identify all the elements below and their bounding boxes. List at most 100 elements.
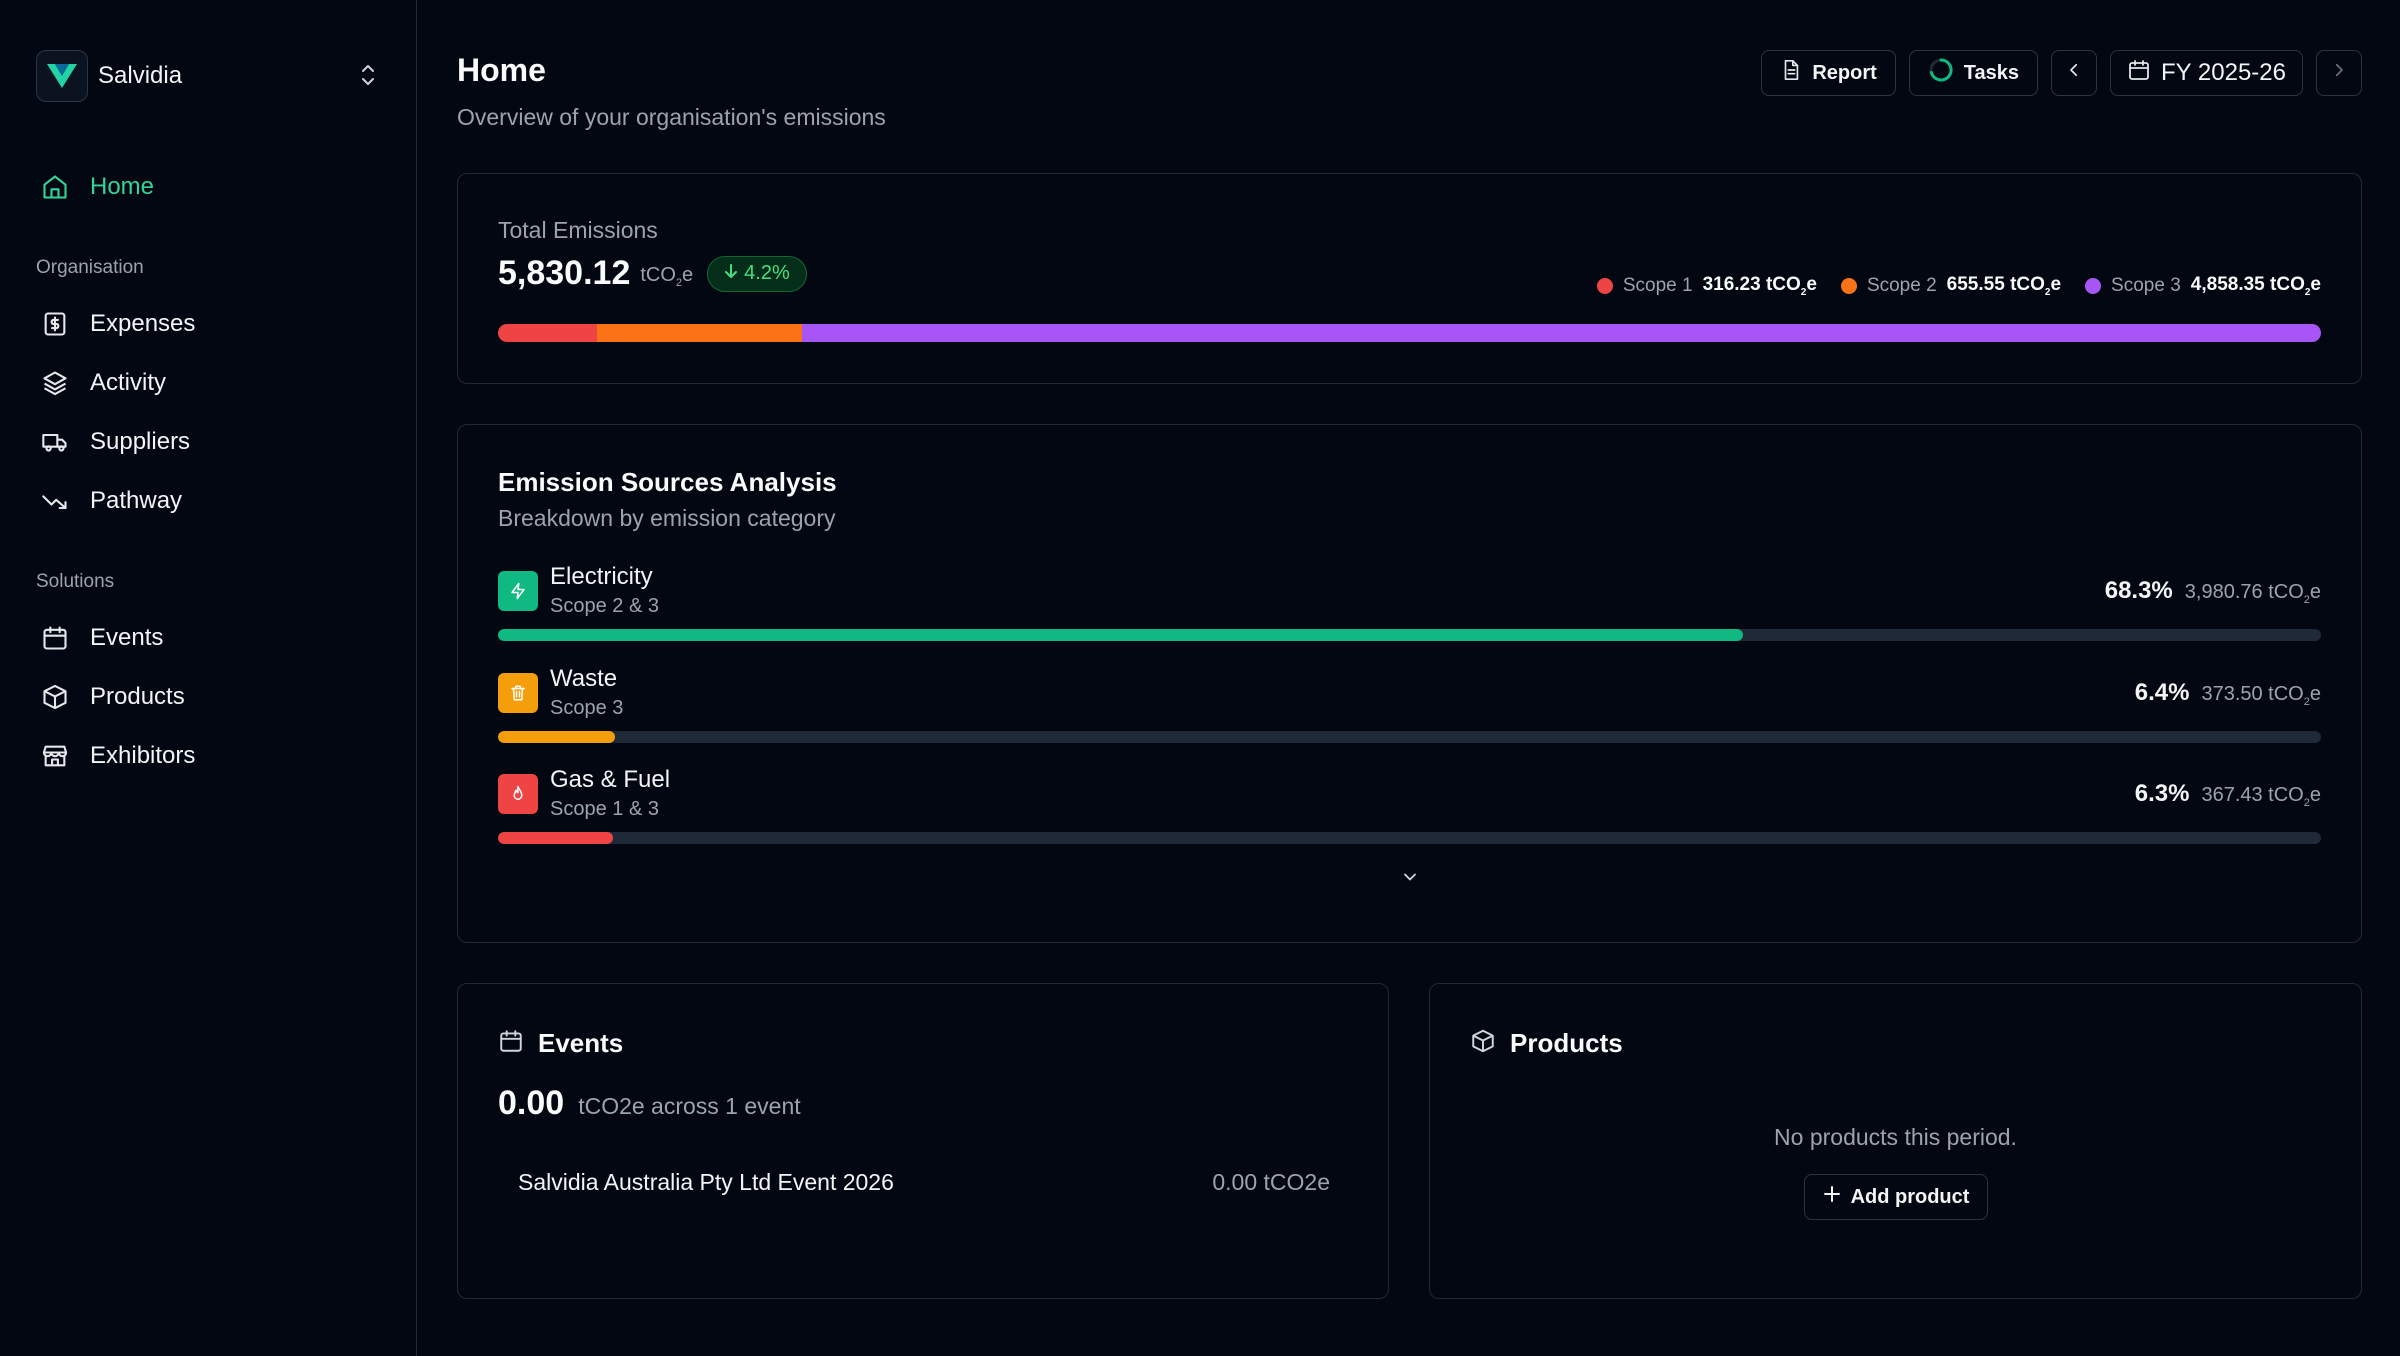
source-amount: 3,980.76 tCO2e [2184, 581, 2321, 606]
source-percent: 6.4% [2134, 679, 2190, 706]
sidebar-item-label: Events [90, 624, 164, 651]
trash-icon [498, 673, 538, 713]
page-title: Home [457, 52, 546, 88]
source-stats: 68.3% 3,980.76 tCO2e [2105, 577, 2321, 606]
event-name: Salvidia Australia Pty Ltd Event 2026 [518, 1169, 894, 1195]
total-emissions-unit: tCO2e [640, 264, 694, 289]
org-switcher[interactable]: Salvidia [36, 49, 390, 103]
add-product-button[interactable]: Add product [1804, 1174, 1988, 1220]
source-row-waste[interactable]: Waste Scope 3 6.4% 373.50 tCO2e [498, 665, 2321, 745]
trending-down-icon [36, 482, 74, 520]
sidebar-item-expenses[interactable]: Expenses [36, 298, 390, 350]
store-icon [36, 737, 74, 775]
sidebar-item-label: Suppliers [90, 428, 191, 455]
sidebar-item-exhibitors[interactable]: Exhibitors [36, 730, 390, 782]
report-button[interactable]: Report [1761, 50, 1896, 96]
events-card-title: Events [538, 1028, 624, 1058]
emission-sources-card: Emission Sources Analysis Breakdown by e… [457, 424, 2362, 943]
package-icon [36, 678, 74, 716]
next-period-button[interactable] [2316, 50, 2362, 96]
sidebar-item-label: Products [90, 683, 185, 710]
change-value: 4.2% [744, 262, 790, 284]
stacked-segment-scope-1 [498, 324, 597, 342]
sidebar-item-events[interactable]: Events [36, 612, 390, 664]
section-label-solutions: Solutions [36, 571, 115, 592]
chevron-up-down-icon [358, 62, 378, 93]
source-name: Gas & Fuel [550, 766, 671, 793]
total-emissions-card: Total Emissions 5,830.12 tCO2e 4.2% Scop… [457, 173, 2362, 384]
home-icon [36, 168, 74, 206]
lightning-icon [498, 571, 538, 611]
source-scope: Scope 1 & 3 [550, 798, 659, 820]
stacked-segment-scope-3 [801, 324, 2321, 342]
legend-dot [2085, 277, 2102, 294]
calendar-icon [498, 1028, 524, 1059]
source-row-electricity[interactable]: Electricity Scope 2 & 3 68.3% 3,980.76 t… [498, 563, 2321, 643]
events-card: Events 0.00 tCO2e across 1 event Salvidi… [457, 983, 1389, 1299]
expand-sources-button[interactable] [1400, 869, 1420, 890]
toolbar: Report Tasks FY 2025-26 [1761, 50, 2362, 96]
scope-legend: Scope 1 316.23 tCO2e Scope 2 655.55 tCO2… [1596, 274, 2321, 298]
sidebar-item-suppliers[interactable]: Suppliers [36, 416, 390, 468]
file-text-icon [1780, 58, 1802, 88]
sidebar-item-label: Pathway [90, 487, 183, 514]
events-total-text: tCO2e across 1 event [578, 1093, 801, 1119]
events-total-value: 0.00 [498, 1084, 565, 1122]
source-progress-fill [498, 832, 613, 844]
event-value: 0.00 tCO2e [1212, 1169, 1330, 1195]
total-emissions-value: 5,830.12 [498, 254, 631, 292]
source-progress-fill [498, 731, 615, 743]
chevron-right-icon [2330, 61, 2348, 85]
legend-value: 4,858.35 tCO2e [2190, 274, 2321, 298]
calendar-icon [2127, 58, 2151, 89]
total-emissions-label: Total Emissions [498, 217, 658, 243]
legend-scope-2: Scope 2 655.55 tCO2e [1840, 274, 2061, 298]
scope-stacked-bar [498, 324, 2321, 342]
sidebar-item-label: Home [90, 173, 155, 200]
legend-scope-3: Scope 3 4,858.35 tCO2e [2085, 274, 2321, 298]
tasks-label: Tasks [1963, 61, 2020, 84]
flame-icon [498, 774, 538, 814]
event-row[interactable]: Salvidia Australia Pty Ltd Event 2026 0.… [518, 1169, 1330, 1196]
source-stats: 6.3% 367.43 tCO2e [2135, 780, 2321, 809]
chevron-down-icon [1400, 872, 1420, 889]
layers-icon [36, 364, 74, 402]
section-label-organisation: Organisation [36, 257, 144, 278]
period-label: FY 2025-26 [2161, 59, 2286, 86]
source-name: Electricity [550, 563, 653, 590]
legend-name: Scope 1 [1622, 274, 1693, 296]
tasks-button[interactable]: Tasks [1908, 50, 2039, 96]
legend-dot [1596, 277, 1613, 294]
source-percent: 6.3% [2134, 780, 2190, 807]
salvidia-logo [36, 50, 88, 102]
chevron-left-icon [2065, 61, 2083, 85]
legend-scope-1: Scope 1 316.23 tCO2e [1596, 274, 1817, 298]
stacked-segment-scope-2 [596, 324, 802, 342]
source-scope: Scope 3 [550, 697, 624, 719]
sidebar-item-products[interactable]: Products [36, 671, 390, 723]
products-empty-text: No products this period. [1774, 1124, 2017, 1150]
page-subtitle: Overview of your organisation's emission… [457, 104, 886, 130]
calendar-icon [36, 619, 74, 657]
events-card-header: Events [498, 1028, 623, 1059]
events-total: 0.00 tCO2e across 1 event [498, 1084, 801, 1123]
emission-sources-subtitle: Breakdown by emission category [498, 505, 836, 531]
change-badge: 4.2% [707, 255, 807, 292]
sidebar-item-activity[interactable]: Activity [36, 357, 390, 409]
source-amount: 367.43 tCO2e [2201, 784, 2321, 809]
period-selector[interactable]: FY 2025-26 [2110, 50, 2303, 96]
sidebar-item-label: Expenses [90, 310, 196, 337]
prev-period-button[interactable] [2051, 50, 2098, 96]
org-name: Salvidia [98, 62, 183, 89]
sidebar: Salvidia Home Organisation Expenses Acti… [0, 0, 417, 1356]
add-product-label: Add product [1850, 1185, 1970, 1208]
legend-name: Scope 2 [1866, 274, 1937, 296]
sidebar-item-pathway[interactable]: Pathway [36, 475, 390, 527]
legend-name: Scope 3 [2111, 274, 2181, 296]
plus-icon [1823, 1185, 1841, 1209]
progress-ring-icon [1928, 57, 1954, 89]
source-row-gas-fuel[interactable]: Gas & Fuel Scope 1 & 3 6.3% 367.43 tCO2e [498, 766, 2321, 846]
legend-value: 316.23 tCO2e [1702, 274, 1817, 298]
source-name: Waste [550, 665, 618, 692]
sidebar-item-home[interactable]: Home [36, 161, 390, 213]
